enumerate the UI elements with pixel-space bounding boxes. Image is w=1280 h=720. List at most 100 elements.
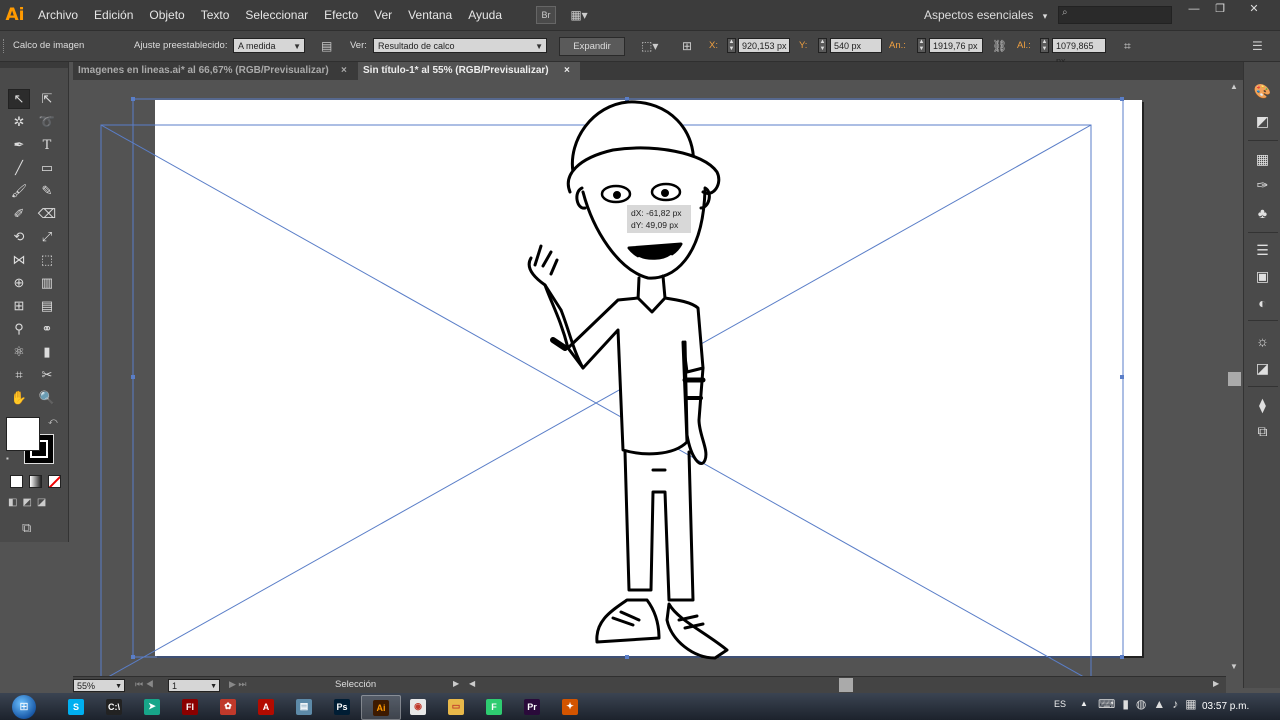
line-tool-icon[interactable]: ╱ — [8, 158, 30, 178]
view-select[interactable]: Resultado de calco ▼ — [373, 38, 547, 53]
symbols-panel-icon[interactable]: ♣ — [1244, 202, 1280, 224]
canvas-area[interactable] — [73, 80, 1226, 676]
stroke-panel-icon[interactable]: ☰ — [1244, 239, 1280, 261]
column-graph-tool-icon[interactable]: ▮ — [36, 342, 58, 362]
taskbar-app-app-12[interactable]: F — [475, 695, 513, 718]
taskbar-app-app-5[interactable]: ✿ — [209, 695, 247, 718]
tab-imagenes-en-lineas[interactable]: Imagenes en lineas.ai* al 66,67% (RGB/Pr… — [73, 62, 358, 80]
restore-button[interactable]: ❐ — [1206, 2, 1234, 16]
symbol-sprayer-tool-icon[interactable]: ⚛ — [8, 342, 30, 362]
taskbar-app-acrobat[interactable]: A — [247, 695, 285, 718]
reference-point-icon[interactable]: ⊞ — [682, 39, 692, 53]
color-guide-panel-icon[interactable]: ◩ — [1244, 110, 1280, 132]
direct-selection-tool-icon[interactable]: ⇱ — [36, 89, 58, 109]
slice-tool-icon[interactable]: ✂ — [36, 365, 58, 385]
color-mode-icon[interactable] — [10, 475, 23, 488]
taskbar-app-illustrator[interactable]: Ai — [361, 695, 401, 720]
app-logo[interactable]: Ai — [0, 0, 30, 30]
taskbar-app-explorer[interactable]: ▭ — [437, 695, 475, 718]
arrange-documents-button[interactable]: ▦▾ — [566, 7, 592, 23]
tracing-panel-icon[interactable]: ▤ — [321, 39, 332, 53]
align-options-icon[interactable]: ⬚▾ — [641, 39, 658, 53]
menu-objeto[interactable]: Objeto — [141, 0, 192, 30]
graphic-styles-panel-icon[interactable]: ◪ — [1244, 357, 1280, 379]
close-button[interactable]: ✕ — [1240, 2, 1268, 16]
rotate-tool-icon[interactable]: ⟲ — [8, 227, 30, 247]
pencil-tool-icon[interactable]: ✎ — [36, 181, 58, 201]
zoom-tool-icon[interactable]: 🔍 — [36, 388, 58, 408]
rectangle-tool-icon[interactable]: ▭ — [36, 158, 58, 178]
eraser-tool-icon[interactable]: ⌫ — [36, 204, 58, 224]
scroll-left-icon[interactable]: ◀ — [469, 679, 475, 688]
screen-mode-icon[interactable]: ⧉ — [22, 520, 31, 536]
transform-icon[interactable]: ⌗ — [1124, 39, 1131, 54]
width-tool-icon[interactable]: ⋈ — [8, 250, 30, 270]
gradient-tool-icon[interactable]: ▤ — [36, 296, 58, 316]
artboards-panel-icon[interactable]: ⧉ — [1244, 420, 1280, 442]
shape-builder-tool-icon[interactable]: ⊕ — [8, 273, 30, 293]
fill-swatch[interactable] — [6, 417, 40, 451]
height-input[interactable]: 1079,865 px — [1052, 38, 1106, 66]
scroll-right-icon[interactable]: ▶ — [1213, 679, 1219, 688]
transparency-panel-icon[interactable]: ◐ — [1244, 292, 1280, 314]
y-input[interactable]: 540 px — [830, 38, 882, 53]
clock[interactable]: 03:57 p.m. — [1202, 701, 1249, 712]
magic-wand-tool-icon[interactable]: ✲ — [8, 112, 30, 132]
start-button[interactable]: ⊞ — [6, 693, 42, 720]
height-stepper[interactable]: ▲ ▼ — [1040, 38, 1049, 53]
none-mode-icon[interactable] — [48, 475, 61, 488]
menu-ver[interactable]: Ver — [366, 0, 400, 30]
menu-edicion[interactable]: Edición — [86, 0, 141, 30]
menu-texto[interactable]: Texto — [193, 0, 238, 30]
brushes-panel-icon[interactable]: ✑ — [1244, 174, 1280, 196]
eyedropper-tool-icon[interactable]: ⚲ — [8, 319, 30, 339]
taskbar-app-skype[interactable]: S — [57, 695, 95, 718]
scroll-up-icon[interactable]: ▲ — [1230, 82, 1238, 91]
menu-archivo[interactable]: Archivo — [30, 0, 86, 30]
swap-fill-stroke-icon[interactable]: ⤺ — [48, 416, 58, 427]
vertical-scroll-thumb[interactable] — [1228, 372, 1241, 386]
x-stepper[interactable]: ▲ ▼ — [727, 38, 736, 53]
workspace-switcher[interactable]: Aspectos esenciales ▾ — [924, 0, 1047, 30]
lasso-tool-icon[interactable]: ➰ — [36, 112, 58, 132]
artboard-tool-icon[interactable]: ⌗ — [8, 365, 30, 385]
width-input[interactable]: 1919,76 px — [929, 38, 983, 53]
type-tool-icon[interactable]: T — [36, 135, 58, 155]
tray-icons[interactable]: ⌨▮◍▲♪▦ — [1098, 697, 1204, 711]
taskbar-app-flash[interactable]: Fl — [171, 695, 209, 718]
default-colors-icon[interactable]: ▪ — [6, 454, 9, 463]
horizontal-scroll-thumb[interactable] — [839, 678, 853, 692]
x-input[interactable]: 920,153 px — [738, 38, 790, 53]
mesh-tool-icon[interactable]: ⊞ — [8, 296, 30, 316]
layers-panel-icon[interactable]: ⧫ — [1244, 394, 1280, 416]
gradient-panel-icon[interactable]: ▣ — [1244, 265, 1280, 287]
artboard-nav-last-icon[interactable]: ▶ ⏭ — [229, 679, 247, 690]
blend-tool-icon[interactable]: ⚭ — [36, 319, 58, 339]
menu-ayuda[interactable]: Ayuda — [460, 0, 510, 30]
hand-tool-icon[interactable]: ✋ — [8, 388, 30, 408]
bridge-button[interactable]: Br — [536, 6, 557, 24]
artboard-number-select[interactable]: 1 ▼ — [168, 679, 220, 692]
paintbrush-tool-icon[interactable]: 🖌 — [8, 181, 30, 201]
draw-mode-icons[interactable]: ◧◩◪ — [8, 497, 51, 508]
input-language[interactable]: ES — [1054, 699, 1066, 709]
taskbar-app-cmd[interactable]: C:\ — [95, 695, 133, 718]
swatches-panel-icon[interactable]: ▦ — [1244, 148, 1280, 170]
vertical-scrollbar[interactable]: ▲ ▼ — [1226, 80, 1243, 676]
artboard-nav-first-icon[interactable]: ⏮ ◀ — [135, 679, 154, 690]
menu-efecto[interactable]: Efecto — [316, 0, 366, 30]
taskbar-app-app-14[interactable]: ✦ — [551, 695, 589, 718]
y-stepper[interactable]: ▲ ▼ — [818, 38, 827, 53]
help-search-input[interactable]: ⌕ — [1058, 6, 1172, 24]
taskbar-app-chrome[interactable]: ◉ — [399, 695, 437, 718]
taskbar-app-photoshop[interactable]: Ps — [323, 695, 361, 718]
taskbar-app-app-3[interactable]: ➤ — [133, 695, 171, 718]
tab-sin-titulo-1[interactable]: Sin título-1* al 55% (RGB/Previsualizar)… — [358, 62, 580, 80]
show-hidden-icons-icon[interactable]: ▲ — [1080, 699, 1088, 708]
width-stepper[interactable]: ▲ ▼ — [917, 38, 926, 53]
appearance-panel-icon[interactable]: ☼ — [1244, 330, 1280, 352]
gradient-mode-icon[interactable] — [29, 475, 42, 488]
taskbar-app-notepad[interactable]: ▤ — [285, 695, 323, 718]
link-icon[interactable]: ⛓ — [992, 39, 1007, 53]
status-menu-arrow-icon[interactable]: ▶ — [453, 679, 459, 688]
